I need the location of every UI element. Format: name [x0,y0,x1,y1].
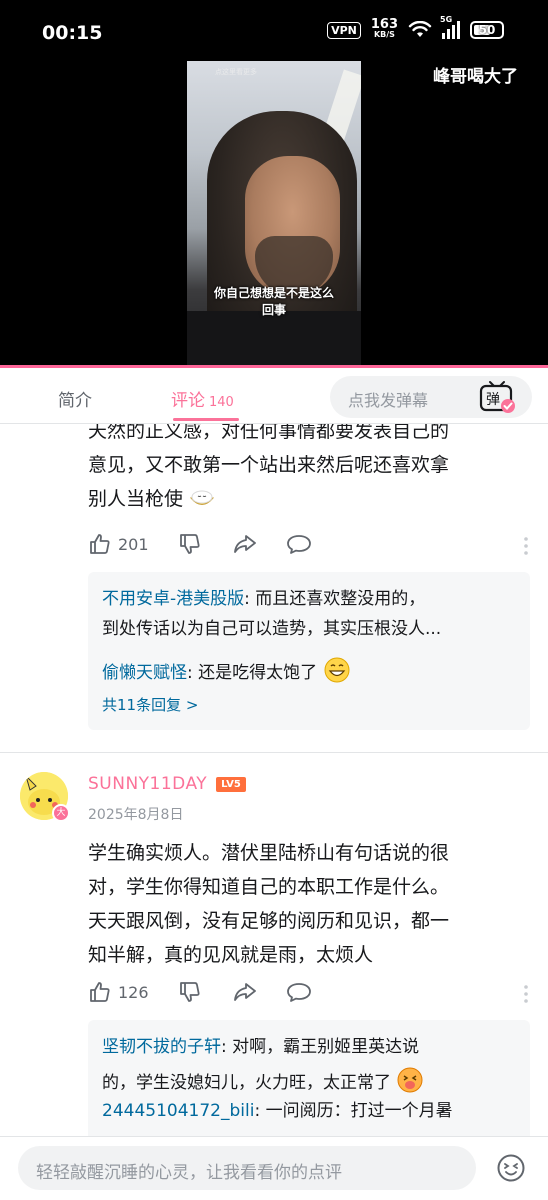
reply-text: : 对啊，霸王别姬里英达说 [221,1037,420,1057]
video-frame[interactable]: 点这里看更多 你自己想想是不是这么 回事 [187,61,361,366]
reply-username[interactable]: 偷懒天赋怪 [102,663,187,683]
comment-username[interactable]: SUNNY11DAY [88,774,207,794]
comment-input-placeholder: 轻轻敲醒沉睡的心灵，让我看看你的点评 [36,1163,342,1183]
comment-text-line-part: 别人当枪使 [88,488,184,510]
like-count: 126 [118,982,149,1002]
emoji-picker-icon[interactable] [496,1153,526,1183]
tab-comments-label: 评论 [171,391,205,411]
comment-text-line: 天天跟风倒，没有足够的阅历和见识，都一 [88,910,450,932]
comment-actions: 126 [88,980,528,1008]
signal-label: 5G [440,15,453,24]
reply-item: 不用安卓-港美股版: 而且还喜欢整没用的， [102,586,522,612]
comment-text: 学生确实烦人。潜伏里陆桥山有句话说的很 对，学生你得知道自己的本职工作是什么。 … [88,836,528,972]
reply-text: : 而且还喜欢整没用的， [244,589,426,609]
comment-text-line: 别人当枪使 [88,482,528,516]
grin-emoji-icon [324,657,350,683]
thumb-up-icon [90,982,110,1002]
comment-text-line: 学生确实烦人。潜伏里陆桥山有句话说的很 [88,842,450,864]
reply-preview-box[interactable]: 坚韧不拔的子轩: 对啊，霸王别姬里英达说 的，学生没媳妇儿，火力旺，太正常了 2… [88,1020,530,1136]
status-bar: 00:15 VPN 163 KB/S 5G 50 [0,0,548,66]
more-replies-link[interactable]: 共11条回复 > [102,694,198,715]
comment-text-line: 知半解，真的见风就是雨，太烦人 [88,944,374,966]
tab-intro[interactable]: 简介 [58,386,92,411]
reply-button[interactable] [286,980,312,1004]
battery-level: 50 [478,23,496,37]
person-shirt [187,311,361,366]
dislike-button[interactable] [178,532,202,556]
thumb-down-icon [180,534,200,554]
reply-text: : 还是吃得太饱了 [187,663,318,683]
wifi-icon [408,21,432,37]
reply-item-continued: 到处传话以为自己可以造势，其实压根没人... [102,616,522,642]
reply-text: 到处传话以为自己可以造势，其实压根没人... [102,619,442,639]
battery-icon: 50 [470,21,504,39]
share-icon [234,535,256,553]
tab-active-indicator [173,418,239,421]
tab-comments-count: 140 [209,395,234,410]
dislike-button[interactable] [178,980,202,1004]
comment-actions: 201 [88,532,528,560]
net-speed-value: 163 [370,17,398,32]
comment-input[interactable]: 轻轻敲醒沉睡的心灵，让我看看你的点评 [18,1146,476,1190]
vip-badge: 大 [52,804,70,822]
comment-divider [0,752,548,753]
reply-username[interactable]: 不用安卓-港美股版 [102,589,244,609]
signal-icon: 5G [440,15,460,39]
comment-text-line: 天然的正义感，对任何事情都要发表自己的 [88,424,450,442]
reply-username[interactable]: 坚韧不拔的子轩 [102,1037,221,1057]
share-icon [234,983,256,1001]
net-speed: 163 KB/S [370,17,398,40]
more-options-icon[interactable] [524,984,528,1004]
status-time: 00:15 [42,22,103,44]
danmaku-icon: 弹 [479,381,515,413]
reply-text: : 一问阅历：打过一个月暑 [254,1101,453,1121]
vpn-icon: VPN [327,21,361,39]
video-player[interactable]: 00:15 VPN 163 KB/S 5G 50 峰哥喝大了 点这里看更多 你自… [0,0,548,368]
danmaku-toggle-button[interactable]: 弹 [478,380,516,414]
more-options-icon[interactable] [524,536,528,556]
like-button[interactable]: 201 [88,532,149,556]
reply-username[interactable]: 24445104172_bili [102,1101,254,1121]
comment-text: 天然的正义感，对任何事情都要发表自己的 意见，又不敢第一个站出来然后呢还喜欢拿 … [88,424,528,516]
reply-item: 24445104172_bili: 一问阅历：打过一个月暑 [102,1098,522,1124]
reply-preview-box[interactable]: 不用安卓-港美股版: 而且还喜欢整没用的， 到处传话以为自己可以造势，其实压根没… [88,572,530,730]
danmaku-icon-label: 弹 [486,392,500,408]
comment-composer-bar: 轻轻敲醒沉睡的心灵，让我看看你的点评 [0,1136,548,1200]
reply-button[interactable] [286,532,312,556]
net-speed-unit: KB/S [373,30,395,39]
like-button[interactable]: 126 [88,980,149,1004]
level-badge: LV5 [216,777,246,792]
share-button[interactable] [232,980,258,1004]
thumb-down-icon [180,982,200,1002]
speech-bubble-icon [287,535,311,554]
reply-item-continued: 的，学生没媳妇儿，火力旺，太正常了 [102,1066,522,1096]
speech-bubble-icon [287,983,311,1002]
sleepy-bowl-emoji-icon [189,490,215,505]
thumb-up-icon [90,534,110,554]
comment-text-line: 对，学生你得知道自己的本职工作是什么。 [88,876,450,898]
share-button[interactable] [232,532,258,556]
danmaku-placeholder: 点我发弹幕 [348,391,429,410]
comment-list[interactable]: 天然的正义感，对任何事情都要发表自己的 意见，又不敢第一个站出来然后呢还喜欢拿 … [0,424,548,1136]
reply-item: 坚韧不拔的子轩: 对啊，霸王别姬里英达说 [102,1034,522,1060]
video-watermark: 点这里看更多 [215,68,257,76]
video-subtitle-line1: 你自己想想是不是这么 [213,286,334,300]
status-icons: VPN 163 KB/S 5G 50 [327,15,504,40]
reply-item: 偷懒天赋怪: 还是吃得太饱了 [102,656,522,686]
video-subtitle: 你自己想想是不是这么 回事 [187,285,361,319]
video-caption: 峰哥喝大了 [433,67,518,87]
video-subtitle-line2: 回事 [261,303,286,317]
tongue-emoji-icon [397,1067,423,1093]
tab-comments[interactable]: 评论 140 [171,386,234,411]
comment-date: 2025年8月8日 [88,807,184,823]
like-count: 201 [118,534,149,554]
comment-text-line: 意见，又不敢第一个站出来然后呢还喜欢拿 [88,454,450,476]
reply-text: 的，学生没媳妇儿，火力旺，太正常了 [102,1073,391,1093]
